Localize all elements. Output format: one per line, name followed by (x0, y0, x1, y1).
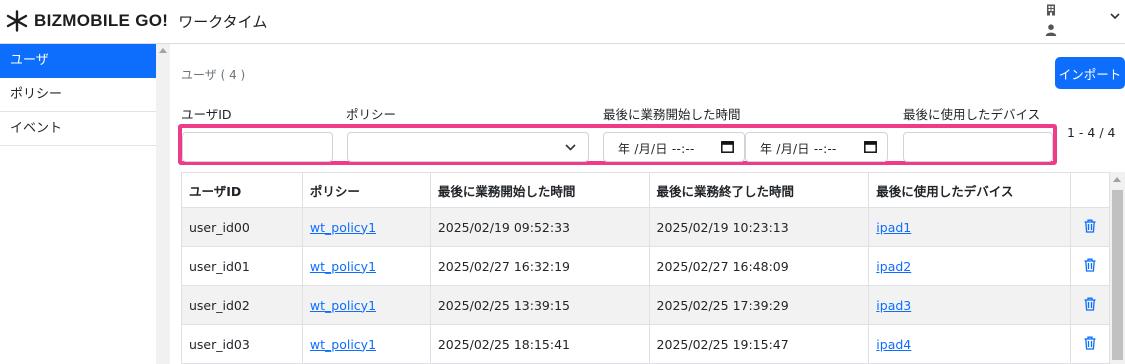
policy-filter-label: ポリシー (346, 107, 397, 122)
table-row: user_id00 wt_policy1 2025/02/19 09:52:33… (181, 207, 1111, 247)
filter-row: 年 /月/日 --:-- 年 /月/日 --:-- (178, 124, 1057, 165)
last-device-filter-input[interactable] (903, 132, 1053, 162)
policy-link[interactable]: wt_policy1 (310, 298, 376, 313)
main-content: ユーザ ( 4 ) インポート ユーザID ポリシー 最後に業務開始した時間 最… (170, 44, 1125, 364)
scrollbar-thumb[interactable] (1112, 190, 1123, 360)
cell-policy: wt_policy1 (301, 207, 431, 247)
policy-filter-select[interactable] (347, 132, 589, 162)
scroll-up-arrow-icon[interactable] (1113, 177, 1121, 182)
cell-delete (1069, 207, 1111, 247)
trash-icon[interactable] (1084, 336, 1096, 350)
policy-link[interactable]: wt_policy1 (310, 259, 376, 274)
import-button[interactable]: インポート (1055, 57, 1125, 89)
last-start-filter-label: 最後に業務開始した時間 (603, 107, 741, 122)
users-table: ユーザID ポリシー 最後に業務開始した時間 最後に業務終了した時間 最後に使用… (181, 172, 1111, 364)
column-header-last-device[interactable]: 最後に使用したデバイス (868, 172, 1071, 208)
table-scrollbar[interactable] (1110, 172, 1125, 364)
start-date-to-input[interactable]: 年 /月/日 --:-- (745, 132, 888, 162)
column-header-policy[interactable]: ポリシー (301, 172, 431, 208)
cell-device: ipad2 (868, 246, 1071, 286)
cell-last-start: 2025/02/25 13:39:15 (429, 285, 650, 325)
trash-icon[interactable] (1084, 258, 1096, 272)
user-id-filter-input[interactable] (182, 132, 333, 162)
chevron-down-icon[interactable] (1110, 12, 1120, 20)
chevron-down-icon (565, 144, 576, 151)
table-row: user_id03 wt_policy1 2025/02/25 18:15:41… (181, 324, 1111, 364)
column-header-last-end[interactable]: 最後に業務終了した時間 (648, 172, 870, 208)
sidebar-scrollbar[interactable] (156, 44, 170, 364)
brand-name: BIZMOBILE GO! (34, 11, 169, 30)
device-link[interactable]: ipad4 (876, 337, 911, 352)
cell-last-end: 2025/02/27 16:48:09 (648, 246, 870, 286)
column-header-last-start[interactable]: 最後に業務開始した時間 (429, 172, 650, 208)
cell-delete (1069, 285, 1111, 325)
column-header-actions (1069, 172, 1111, 208)
pagination-info: 1 - 4 / 4 (1067, 125, 1116, 140)
table-row: user_id01 wt_policy1 2025/02/27 16:32:19… (181, 246, 1111, 286)
user-id-filter-label: ユーザID (181, 107, 232, 122)
cell-device: ipad1 (868, 207, 1071, 247)
cell-policy: wt_policy1 (301, 324, 431, 364)
cell-user-id: user_id03 (181, 324, 303, 364)
sidebar-item-users[interactable]: ユーザ (0, 44, 156, 78)
calendar-icon[interactable] (721, 140, 734, 153)
logo-asterisk-icon (6, 10, 28, 32)
cell-last-end: 2025/02/25 17:39:29 (648, 285, 870, 325)
cell-user-id: user_id02 (181, 285, 303, 325)
trash-icon[interactable] (1084, 219, 1096, 233)
cell-device: ipad4 (868, 324, 1071, 364)
cell-device: ipad3 (868, 285, 1071, 325)
page-title: ユーザ ( 4 ) (181, 68, 246, 82)
sidebar-item-policy[interactable]: ポリシー (0, 78, 156, 112)
building-icon (1047, 4, 1055, 16)
start-date-from-input[interactable]: 年 /月/日 --:-- (603, 132, 745, 162)
cell-user-id: user_id00 (181, 207, 303, 247)
table-header-row: ユーザID ポリシー 最後に業務開始した時間 最後に業務終了した時間 最後に使用… (181, 172, 1111, 208)
app-title: ワークタイム (178, 12, 268, 31)
device-link[interactable]: ipad3 (876, 298, 911, 313)
user-icon (1045, 24, 1057, 36)
cell-last-start: 2025/02/27 16:32:19 (429, 246, 650, 286)
last-device-filter-label: 最後に使用したデバイス (903, 107, 1041, 122)
date-to-value: 年 /月/日 --:-- (760, 142, 837, 156)
date-from-value: 年 /月/日 --:-- (618, 142, 695, 156)
cell-last-end: 2025/02/19 10:23:13 (648, 207, 870, 247)
app-header: BIZMOBILE GO! ワークタイム (0, 0, 1125, 44)
header-account-area[interactable] (1040, 4, 1060, 36)
calendar-icon[interactable] (864, 140, 877, 153)
policy-link[interactable]: wt_policy1 (310, 337, 376, 352)
cell-user-id: user_id01 (181, 246, 303, 286)
cell-delete (1069, 246, 1111, 286)
sidebar-item-events[interactable]: イベント (0, 112, 156, 146)
cell-policy: wt_policy1 (301, 285, 431, 325)
cell-last-end: 2025/02/25 19:15:47 (648, 324, 870, 364)
table-row: user_id02 wt_policy1 2025/02/25 13:39:15… (181, 285, 1111, 325)
device-link[interactable]: ipad1 (876, 220, 911, 235)
sidebar: ユーザ ポリシー イベント (0, 44, 156, 364)
cell-policy: wt_policy1 (301, 246, 431, 286)
cell-delete (1069, 324, 1111, 364)
cell-last-start: 2025/02/19 09:52:33 (429, 207, 650, 247)
device-link[interactable]: ipad2 (876, 259, 911, 274)
brand-logo[interactable]: BIZMOBILE GO! ワークタイム (6, 8, 267, 34)
scroll-up-arrow-icon[interactable] (159, 48, 167, 53)
cell-last-start: 2025/02/25 18:15:41 (429, 324, 650, 364)
trash-icon[interactable] (1084, 297, 1096, 311)
column-header-user-id[interactable]: ユーザID (181, 172, 303, 208)
policy-link[interactable]: wt_policy1 (310, 220, 376, 235)
